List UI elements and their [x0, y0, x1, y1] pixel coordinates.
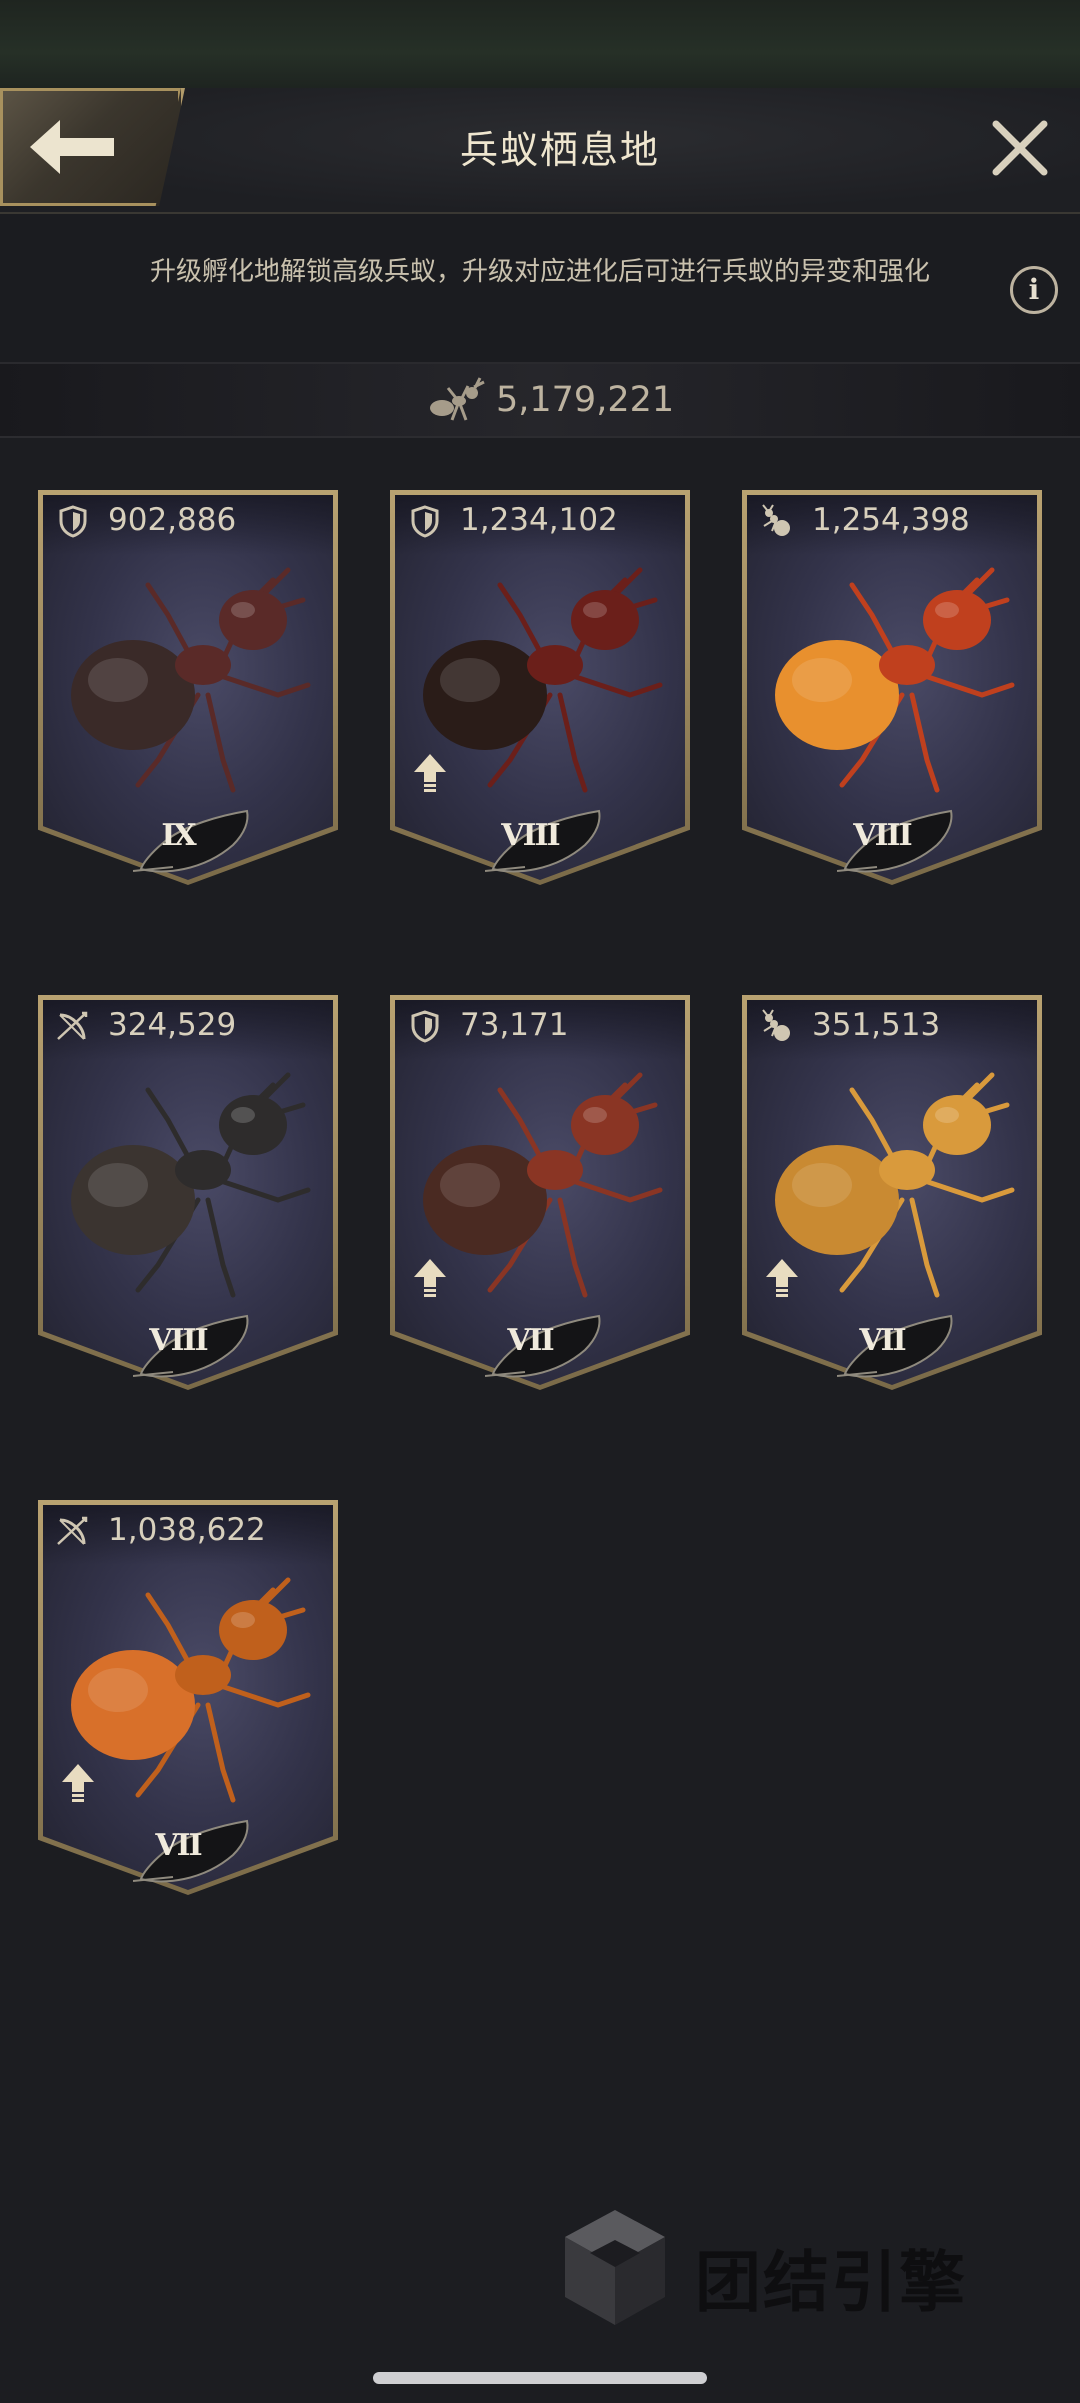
page-title: 兵蚁栖息地	[459, 128, 660, 172]
worker-type-icon	[760, 504, 794, 538]
card-level: VIII	[853, 818, 912, 853]
shield-type-icon	[408, 1009, 442, 1043]
card-level: VII	[859, 1323, 906, 1358]
description-bar: 升级孵化地解锁高级兵蚁，升级对应进化后可进行兵蚁的异变和强化 i	[0, 214, 1080, 364]
cube-logo-icon	[565, 2210, 665, 2325]
card-level: VIII	[501, 818, 560, 853]
card-level: VII	[155, 1828, 202, 1863]
upgrade-arrow-icon	[412, 752, 448, 792]
card-power: 324,529	[108, 1007, 237, 1043]
total-power-value: 5,179,221	[496, 380, 675, 420]
card-power: 1,234,102	[460, 502, 618, 538]
ant-card[interactable]: 1,038,622 VII	[38, 1500, 338, 1900]
close-button[interactable]	[990, 118, 1050, 178]
ant-card[interactable]: 73,171 VII	[390, 995, 690, 1395]
ant-card[interactable]: 1,234,102 VIII	[390, 490, 690, 890]
card-power: 73,171	[460, 1007, 569, 1043]
ant-illustration	[48, 1050, 328, 1310]
card-power: 1,254,398	[812, 502, 970, 538]
upgrade-arrow-icon	[412, 1257, 448, 1297]
card-level: IX	[161, 818, 196, 853]
ant-icon	[430, 377, 485, 421]
shield-type-icon	[408, 504, 442, 538]
total-power-bar: 5,179,221	[0, 364, 1080, 438]
back-button[interactable]	[0, 88, 185, 206]
ant-card[interactable]: 351,513 VII	[742, 995, 1042, 1395]
arrow-left-icon	[30, 120, 114, 174]
ant-card-grid: 902,886 IX 1,234,102 VIII 1,254,398 VIII 324,5…	[0, 490, 1080, 1895]
card-power: 351,513	[812, 1007, 941, 1043]
home-indicator[interactable]	[373, 2372, 707, 2384]
description-text: 升级孵化地解锁高级兵蚁，升级对应进化后可进行兵蚁的异变和强化	[149, 257, 930, 287]
status-bar-area	[0, 0, 1080, 88]
engine-watermark: 团结引擎	[555, 2205, 1015, 2335]
ant-card[interactable]: 1,254,398 VIII	[742, 490, 1042, 890]
ant-card[interactable]: 902,886 IX	[38, 490, 338, 890]
ant-illustration	[752, 545, 1032, 805]
ant-card[interactable]: 324,529 VIII	[38, 995, 338, 1395]
card-power: 902,886	[108, 502, 237, 538]
upgrade-arrow-icon	[764, 1257, 800, 1297]
upgrade-arrow-icon	[60, 1762, 96, 1802]
bow-type-icon	[56, 1514, 90, 1548]
ant-illustration	[48, 545, 328, 805]
card-level: VIII	[149, 1323, 208, 1358]
bow-type-icon	[56, 1009, 90, 1043]
header: 兵蚁栖息地	[0, 88, 1080, 214]
watermark-text: 团结引擎	[695, 2244, 967, 2321]
card-power: 1,038,622	[108, 1512, 266, 1548]
close-icon	[992, 120, 1048, 176]
info-icon[interactable]: i	[1010, 266, 1058, 314]
card-level: VII	[507, 1323, 554, 1358]
shield-type-icon	[56, 504, 90, 538]
worker-type-icon	[760, 1009, 794, 1043]
